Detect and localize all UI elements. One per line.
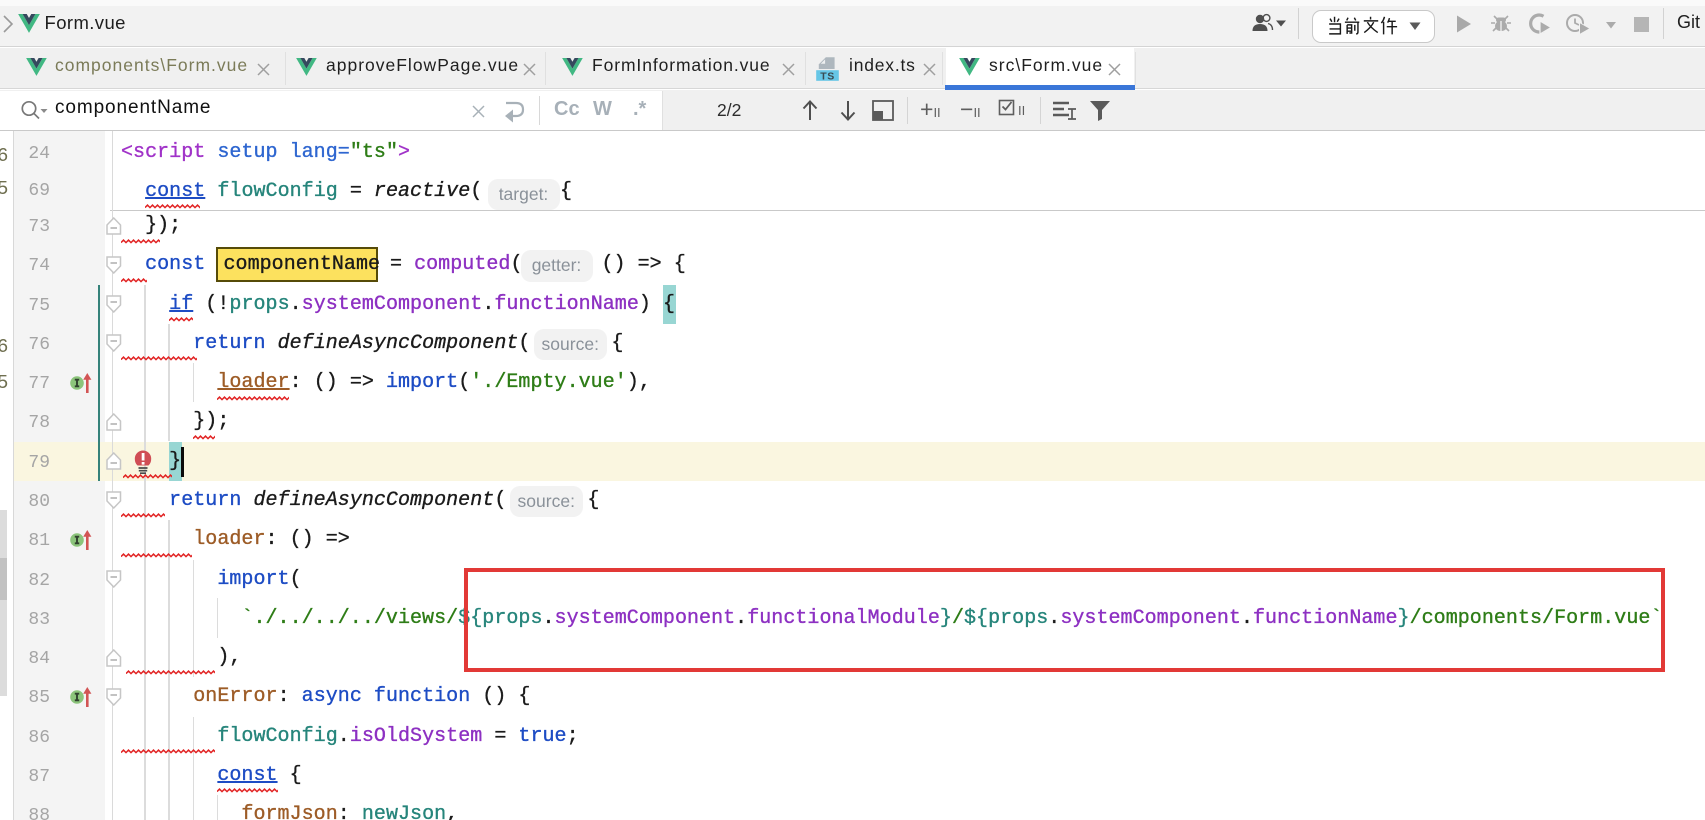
svg-text:TS: TS: [820, 70, 834, 82]
